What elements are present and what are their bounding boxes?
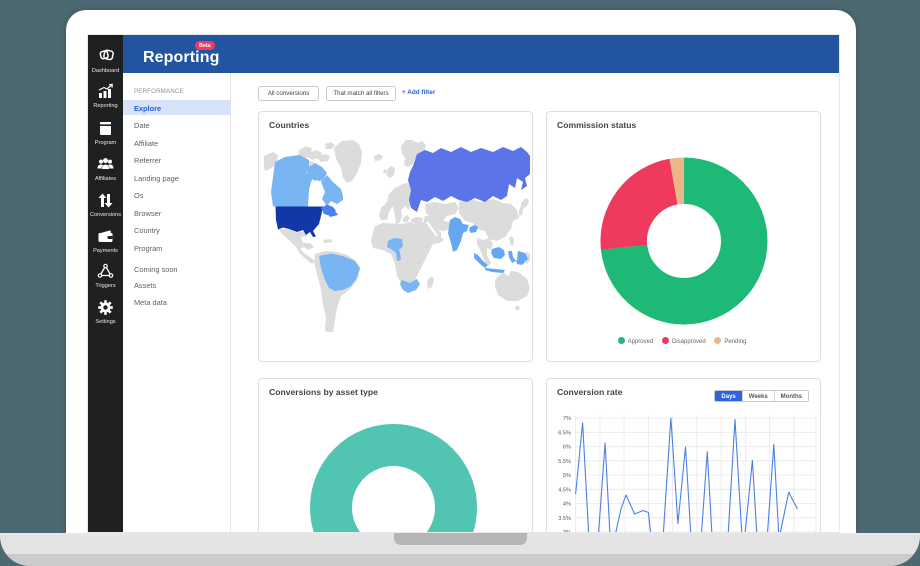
svg-text:4.5%: 4.5%: [558, 488, 571, 494]
svg-text:4%: 4%: [563, 502, 571, 508]
svg-text:6.5%: 6.5%: [558, 431, 571, 437]
svg-text:5.5%: 5.5%: [558, 459, 571, 465]
svg-text:5%: 5%: [563, 473, 571, 479]
svg-text:6%: 6%: [563, 445, 571, 451]
svg-text:3.5%: 3.5%: [558, 516, 571, 522]
svg-text:7%: 7%: [563, 416, 571, 422]
